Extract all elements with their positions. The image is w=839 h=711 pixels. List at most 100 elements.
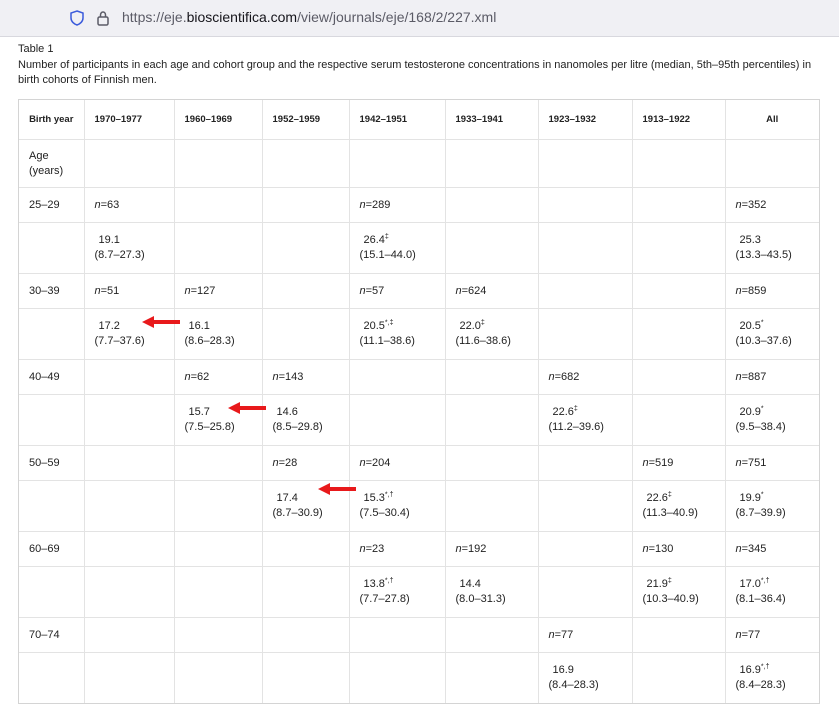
count-cell: n=23 <box>349 531 446 567</box>
value-cell <box>538 566 633 618</box>
table-caption: Number of participants in each age and c… <box>18 59 812 86</box>
value-cell: 16.1 (8.6–28.3) <box>174 308 263 360</box>
value-cell <box>84 652 175 703</box>
count-cell: n=345 <box>725 531 819 567</box>
empty-cell <box>19 480 85 532</box>
header-cell: Birth year <box>19 100 85 140</box>
header-cell: 1952–1959 <box>262 100 350 140</box>
age-cell: 25–29 <box>19 187 85 223</box>
header-cell: 1942–1951 <box>349 100 446 140</box>
empty-cell <box>19 222 85 274</box>
count-cell: n=130 <box>632 531 726 567</box>
age-cell: 60–69 <box>19 531 85 567</box>
value-cell <box>349 652 446 703</box>
value-cell: 14.4 (8.0–31.3) <box>445 566 539 618</box>
value-cell <box>174 652 263 703</box>
value-cell <box>174 480 263 532</box>
count-cell <box>445 445 539 481</box>
value-row: 15.7 (7.5–25.8) 14.6 (8.5–29.8) 22.6‡ (11.2–3… <box>19 394 819 446</box>
url-path: /view/journals/eje/168/2/227.xml <box>297 9 497 25</box>
count-cell: n=289 <box>349 187 446 223</box>
red-arrow-annotation <box>318 483 356 495</box>
count-row: 30–39 n=51 n=127 n=57 n=624 n=859 <box>19 273 819 309</box>
count-cell <box>538 187 633 223</box>
value-cell: 21.9‡ (10.3–40.9) <box>632 566 726 618</box>
age-cell: 70–74 <box>19 617 85 653</box>
count-cell <box>174 187 263 223</box>
value-cell <box>538 222 633 274</box>
count-cell: n=77 <box>725 617 819 653</box>
count-row: 60–69 n=23 n=192 n=130 n=345 <box>19 531 819 567</box>
value-cell <box>632 222 726 274</box>
value-cell: 20.5*,‡ (11.1–38.6) <box>349 308 446 360</box>
count-cell: n=57 <box>349 273 446 309</box>
count-row: 70–74 n=77 n=77 <box>19 617 819 653</box>
value-cell <box>84 480 175 532</box>
value-cell <box>445 394 539 446</box>
shield-icon[interactable] <box>70 10 84 26</box>
header-cell: All <box>725 100 819 140</box>
count-row: 40–49 n=62 n=143 n=682 n=887 <box>19 359 819 395</box>
count-cell: n=352 <box>725 187 819 223</box>
value-cell: 16.9*,† (8.4–28.3) <box>735 663 786 691</box>
value-cell: 14.6 (8.5–29.8) <box>262 394 350 446</box>
data-table: Birth year 1970–1977 1960–1969 1952–1959… <box>18 99 820 704</box>
value-cell <box>445 480 539 532</box>
url-prefix: https://eje. <box>122 9 187 25</box>
count-cell: n=859 <box>725 273 819 309</box>
value-cell <box>349 394 446 446</box>
value-cell <box>632 394 726 446</box>
value-cell: 15.3*,† (7.5–30.4) <box>349 480 446 532</box>
count-cell <box>84 445 175 481</box>
age-header-row: Age (years) <box>19 139 819 188</box>
value-cell <box>84 394 175 446</box>
value-row: 17.2 (7.7–37.6) 16.1 (8.6–28.3) 20.5*,‡ (11.1… <box>19 308 819 360</box>
count-cell: n=127 <box>174 273 263 309</box>
count-cell <box>84 359 175 395</box>
count-cell: n=887 <box>725 359 819 395</box>
count-cell: n=204 <box>349 445 446 481</box>
value-cell <box>538 480 633 532</box>
empty-cell <box>19 566 85 618</box>
count-cell <box>84 531 175 567</box>
value-cell: 20.9* (9.5–38.4) <box>725 394 819 446</box>
count-cell <box>632 617 726 653</box>
count-row: 50–59 n=28 n=204 n=519 n=751 <box>19 445 819 481</box>
browser-address-bar[interactable]: https://eje.bioscientifica.com/view/jour… <box>0 0 839 37</box>
value-cell <box>262 222 350 274</box>
value-cell: 26.4‡ (15.1–44.0) <box>349 222 446 274</box>
age-cell: 40–49 <box>19 359 85 395</box>
value-cell <box>174 566 263 618</box>
age-header-cell: Age (years) <box>19 139 85 188</box>
count-cell <box>445 617 539 653</box>
count-cell: n=751 <box>725 445 819 481</box>
value-row: 16.9 (8.4–28.3) 16.9*,† (8.4–28.3) <box>19 652 819 703</box>
value-cell <box>538 308 633 360</box>
count-cell: n=77 <box>538 617 633 653</box>
count-cell: n=624 <box>445 273 539 309</box>
count-cell <box>262 531 350 567</box>
red-arrow-annotation <box>228 402 266 414</box>
count-cell <box>538 531 633 567</box>
red-arrow-annotation <box>142 316 180 328</box>
table-title: Table 1 <box>18 43 54 55</box>
count-cell <box>632 359 726 395</box>
lock-icon[interactable] <box>96 10 110 26</box>
age-cell: 50–59 <box>19 445 85 481</box>
count-cell <box>538 445 633 481</box>
count-cell <box>349 617 446 653</box>
empty-cell <box>19 308 85 360</box>
count-cell: n=682 <box>538 359 633 395</box>
empty-cell <box>19 652 85 703</box>
age-header-label: Age (years) <box>29 149 64 177</box>
value-cell <box>262 308 350 360</box>
value-cell: 22.6‡ (11.3–40.9) <box>632 480 726 532</box>
value-cell: 22.0‡ (11.6–38.6) <box>445 308 539 360</box>
value-cell: 19.1 (8.7–27.3) <box>84 222 175 274</box>
url-text[interactable]: https://eje.bioscientifica.com/view/jour… <box>122 9 496 25</box>
value-cell: 22.6‡ (11.2–39.6) <box>538 394 633 446</box>
count-cell: n=192 <box>445 531 539 567</box>
count-cell <box>445 359 539 395</box>
table-header-row: Birth year 1970–1977 1960–1969 1952–1959… <box>19 100 819 140</box>
value-row: 19.1 (8.7–27.3) 26.4‡ (15.1–44.0) 25.3 (13.3–… <box>19 222 819 274</box>
